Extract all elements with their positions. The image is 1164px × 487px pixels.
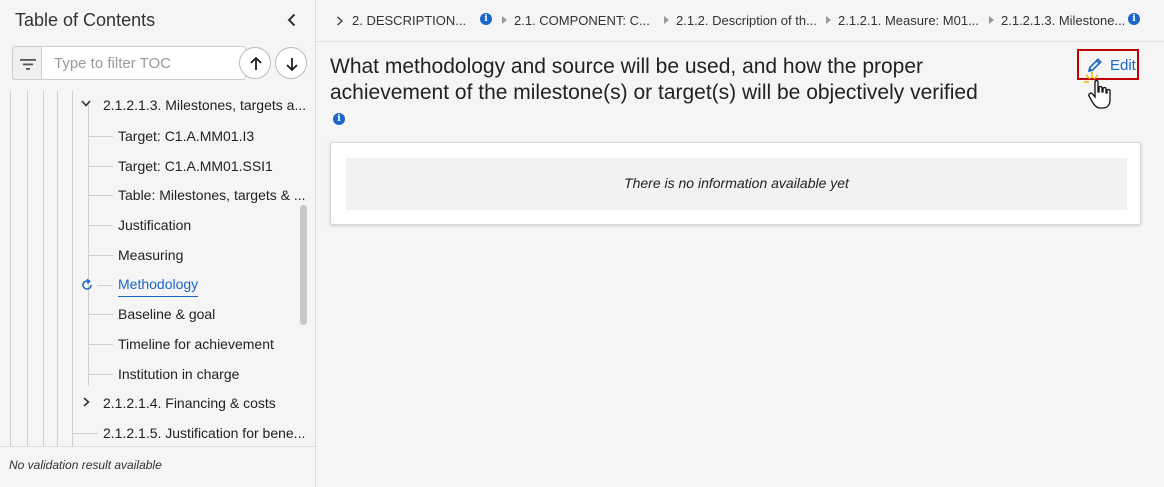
tree-guide-line (43, 91, 44, 446)
toc-sidebar: Table of Contents Type to filter TOC 2.1… (0, 0, 316, 487)
validation-status: No validation result available (9, 458, 162, 472)
validation-footer: No validation result available (0, 446, 315, 487)
tree-guide-line (72, 91, 73, 446)
hand-cursor-icon (1084, 72, 1111, 109)
toc-item-justification[interactable]: Justification (118, 213, 191, 237)
tree-branch-line (89, 314, 113, 315)
caret-right-icon (664, 16, 669, 24)
caret-right-icon (989, 16, 994, 24)
tree-guide-line (57, 91, 58, 446)
chevron-left-icon (287, 13, 296, 27)
refresh-icon (82, 278, 92, 290)
content-card: There is no information available yet (330, 142, 1141, 225)
breadcrumb-item-description-of[interactable]: 2.1.2. Description of th... (676, 13, 817, 28)
breadcrumb-item-measure[interactable]: 2.1.2.1. Measure: M01... (838, 13, 979, 28)
toc-scrollbar[interactable] (300, 205, 307, 325)
filter-toggle-button[interactable] (12, 46, 42, 80)
empty-state: There is no information available yet (346, 158, 1127, 210)
toc-item-target-i3[interactable]: Target: C1.A.MM01.I3 (118, 124, 254, 148)
toc-item-table-milestones[interactable]: Table: Milestones, targets & ... (118, 183, 306, 207)
arrow-down-icon (286, 58, 298, 72)
toc-item-baseline-goal[interactable]: Baseline & goal (118, 302, 215, 326)
page-title: What methodology and source will be used… (330, 54, 1050, 106)
tree-branch-line (89, 195, 113, 196)
toc-filter-row (10, 45, 310, 81)
toc-filter-input[interactable] (41, 46, 246, 80)
toc-item-measuring[interactable]: Measuring (118, 243, 183, 267)
toc-header: Table of Contents (0, 0, 315, 40)
info-icon[interactable]: i (1128, 13, 1140, 25)
tree-branch-line (89, 374, 113, 375)
arrow-up-icon (250, 56, 262, 70)
tree-branch-line (73, 433, 98, 434)
main-content: 2. DESCRIPTION... i 2.1. COMPONENT: C...… (316, 0, 1164, 487)
toc-item-milestones[interactable]: 2.1.2.1.3. Milestones, targets a... (103, 93, 306, 117)
app-window: Table of Contents Type to filter TOC 2.1… (0, 0, 1164, 487)
toc-next-button[interactable] (275, 47, 307, 79)
tree-guide-line (27, 91, 28, 446)
chevron-right-icon[interactable] (81, 396, 91, 408)
toc-title: Table of Contents (15, 10, 156, 30)
caret-right-icon (826, 16, 831, 24)
filter-icon (20, 59, 36, 70)
breadcrumb-item-milestone[interactable]: 2.1.2.1.3. Milestone... (1001, 13, 1125, 28)
breadcrumb-item-component[interactable]: 2.1. COMPONENT: C... (514, 13, 650, 28)
toc-prev-button[interactable] (239, 47, 271, 79)
page-title-line: achievement of the milestone(s) or targe… (330, 81, 978, 104)
toc-item-financing[interactable]: 2.1.2.1.4. Financing & costs (103, 391, 276, 415)
tree-branch-line (89, 136, 113, 137)
toc-item-institution[interactable]: Institution in charge (118, 362, 239, 386)
toc-tree: 2.1.2.1.3. Milestones, targets a... Targ… (0, 91, 310, 446)
info-icon[interactable]: i (480, 13, 492, 25)
toc-item-methodology[interactable]: Methodology (118, 273, 199, 297)
breadcrumb-item-description[interactable]: 2. DESCRIPTION... (352, 13, 466, 28)
caret-right-icon (502, 16, 507, 24)
page-title-line: What methodology and source will be used… (330, 55, 924, 78)
info-icon[interactable]: i (333, 113, 345, 125)
toc-item-timeline[interactable]: Timeline for achievement (118, 332, 274, 356)
tree-branch-line (89, 166, 113, 167)
chevron-down-icon[interactable] (80, 99, 92, 109)
toc-item-justification-benefits[interactable]: 2.1.2.1.5. Justification for bene... (103, 421, 305, 445)
tree-branch-line (89, 225, 113, 226)
tree-guide-line (10, 91, 11, 446)
breadcrumb: 2. DESCRIPTION... i 2.1. COMPONENT: C...… (316, 0, 1164, 42)
toc-item-target-ssi1[interactable]: Target: C1.A.MM01.SSI1 (118, 154, 273, 178)
tree-branch-line (97, 285, 113, 286)
chevron-right-icon[interactable] (335, 15, 345, 27)
tree-branch-line (89, 255, 113, 256)
tree-branch-line (89, 344, 113, 345)
collapse-sidebar-button[interactable] (282, 10, 302, 30)
empty-state-text: There is no information available yet (624, 175, 849, 191)
